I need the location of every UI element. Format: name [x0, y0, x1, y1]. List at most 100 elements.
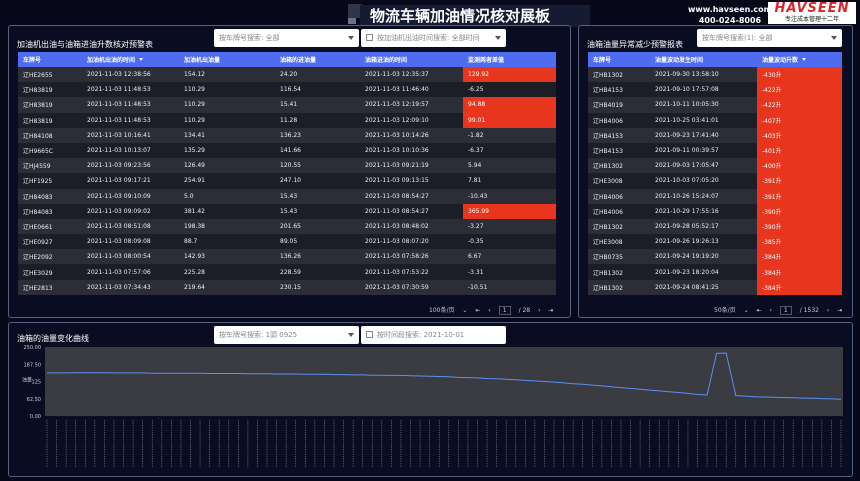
- table-row[interactable]: 辽HB4006 2021-10-26 15:24:07 -391升: [588, 188, 842, 204]
- table-row[interactable]: 辽H9665C 2021-11-03 10:13:07 135.29 141.66 20…: [18, 142, 556, 159]
- table-row[interactable]: 辽HB1302 2021-09-23 18:20:04 -384升: [588, 264, 842, 280]
- table-cell-time: 2021-09-24 19:19:20: [650, 249, 757, 265]
- table-cell-time: 2021-10-26 15:24:07: [650, 188, 757, 204]
- table-row[interactable]: 辽HB4153 2021-09-10 17:57:08 -422升: [588, 82, 842, 98]
- panel-title: 油箱的油量变化曲线: [17, 334, 89, 343]
- page-size-select[interactable]: 50条/页: [714, 307, 736, 314]
- time-filter-select[interactable]: 按加油机出油时间搜索: 全部时间: [361, 29, 506, 47]
- plate-filter-text: 按车牌号搜索: 1頭 0925: [219, 331, 298, 339]
- total-pages: / 28: [518, 307, 531, 314]
- table-row[interactable]: 辽HB4153 2021-09-11 00:39:57 -401升: [588, 142, 842, 159]
- total-pages: / 1532: [799, 307, 819, 314]
- table-row[interactable]: 辽HB1302 2021-09-24 08:41:25 -384升: [588, 279, 842, 295]
- table-cell-tank-time: 2021-11-03 09:21:19: [360, 158, 463, 174]
- table-row[interactable]: 辽HE3029 2021-11-03 07:57:06 225.28 228.59 20…: [18, 264, 556, 280]
- table-row[interactable]: 辽HB1302 2021-09-28 05:52:17 -390升: [588, 218, 842, 235]
- table-cell-tank-qty: 230.15: [275, 279, 360, 295]
- column-header[interactable]: 加油机出油的时间: [82, 52, 179, 67]
- pump-table-wrap: 车牌号 加油机出油的时间 加油机出油量 油箱的进油量 油箱进油的时间 监测两者差…: [18, 52, 556, 300]
- table-cell-tank-qty: 89.05: [275, 234, 360, 250]
- chevron-down-icon[interactable]: ⌄: [462, 307, 467, 314]
- table-row[interactable]: 辽HE2092 2021-11-03 08:00:54 142.93 136.26 20…: [18, 249, 556, 265]
- column-header[interactable]: 加油机出油量: [179, 52, 275, 67]
- table-row[interactable]: 辽HB1302 2021-09-03 17:05:47 -400升: [588, 158, 842, 174]
- plate-filter-select[interactable]: 按车牌号搜索: 1頭 0925: [214, 326, 359, 344]
- chevron-down-icon[interactable]: ⌄: [744, 307, 749, 314]
- column-header[interactable]: 油箱的进油量: [275, 52, 360, 67]
- last-page-icon[interactable]: ⇥: [548, 307, 553, 314]
- table-row[interactable]: 辽H84083 2021-11-03 09:10:09 5.0 15.43 2021-1…: [18, 188, 556, 204]
- table-cell-pump-time: 2021-11-03 11:48:53: [82, 97, 179, 113]
- table-row[interactable]: 辽HF1925 2021-11-03 09:17:21 254.91 247.10 20…: [18, 173, 556, 189]
- table-cell-diff: -0.35: [463, 234, 556, 250]
- column-header[interactable]: 油量波动发生时间: [650, 52, 757, 67]
- table-header-row: 车牌号 加油机出油的时间 加油机出油量 油箱的进油量 油箱进油的时间 监测两者差…: [18, 52, 556, 67]
- prev-page-icon[interactable]: ‹: [770, 307, 772, 314]
- next-page-icon[interactable]: ›: [538, 307, 540, 314]
- time-filter-text: 按时间段搜索: 2021-10-01: [377, 331, 465, 339]
- table-cell-tank-qty: 141.66: [275, 142, 360, 159]
- table-cell-time: 2021-10-29 17:55:16: [650, 203, 757, 219]
- column-header[interactable]: 车牌号: [18, 52, 82, 67]
- plate-filter-select[interactable]: 按车牌号搜索: 全部: [214, 29, 359, 47]
- table-row[interactable]: 辽HB4006 2021-10-25 03:41:01 -407升: [588, 112, 842, 128]
- table-cell-time: 2021-09-30 13:58:10: [650, 67, 757, 83]
- table-row[interactable]: 辽HE3008 2021-10-03 07:05:20 -391升: [588, 173, 842, 189]
- table-row[interactable]: 辽H83819 2021-11-03 11:48:53 110.29 116.54 20…: [18, 82, 556, 98]
- table-cell-pump-time: 2021-11-03 07:34:43: [82, 279, 179, 295]
- time-filter-select[interactable]: 按时间段搜索: 2021-10-01: [361, 326, 506, 344]
- column-header[interactable]: 监测两者差值: [463, 52, 556, 67]
- table-cell-diff: 365.99: [463, 203, 556, 219]
- table-row[interactable]: 辽HE2813 2021-11-03 07:34:43 219.64 230.15 20…: [18, 279, 556, 295]
- table-row[interactable]: 辽HE2655 2021-11-03 12:38:56 154.12 24.20 202…: [18, 67, 556, 83]
- table-row[interactable]: 辽HB0735 2021-09-24 19:19:20 -384升: [588, 249, 842, 265]
- panel-title: 加油机出油与油箱进油升数核对预警表: [17, 40, 153, 49]
- table-row[interactable]: 辽HB4019 2021-10-11 10:05:30 -422升: [588, 97, 842, 113]
- page-size-select[interactable]: 100条/页: [429, 307, 454, 314]
- sort-icon[interactable]: [802, 58, 807, 61]
- plate-filter-select[interactable]: 按车牌号搜索(1): 全部: [697, 29, 842, 47]
- table-cell-plate: 辽H83819: [18, 97, 82, 113]
- table-row[interactable]: 辽HB4153 2021-09-23 17:41:40 -403升: [588, 127, 842, 143]
- table-row[interactable]: 辽H83819 2021-11-03 11:48:53 110.29 11.28 202…: [18, 112, 556, 128]
- column-header[interactable]: 车牌号: [588, 52, 650, 67]
- next-page-icon[interactable]: ›: [827, 307, 829, 314]
- table-cell-plate: 辽HB1302: [588, 158, 650, 174]
- table-cell-tank-time: 2021-11-03 12:09:10: [360, 112, 463, 128]
- column-header[interactable]: 油量波动升数: [757, 52, 842, 67]
- table-row[interactable]: 辽HE3008 2021-09-26 19:26:13 -385升: [588, 234, 842, 250]
- table-cell-amount: -407升: [757, 112, 842, 128]
- first-page-icon[interactable]: ⇤: [475, 307, 480, 314]
- table-cell-tank-time: 2021-11-03 10:10:36: [360, 142, 463, 159]
- page-input[interactable]: 1: [779, 306, 792, 315]
- column-header[interactable]: 油箱进油的时间: [360, 52, 463, 67]
- table-cell-diff: -6.37: [463, 142, 556, 159]
- table-cell-tank-qty: 120.55: [275, 158, 360, 174]
- page-input[interactable]: 1: [498, 306, 511, 315]
- table-cell-tank-time: 2021-11-03 07:58:26: [360, 249, 463, 265]
- plate-filter-text: 按车牌号搜索(1): 全部: [702, 34, 773, 42]
- table-row[interactable]: 辽HB4006 2021-10-29 17:55:16 -390升: [588, 203, 842, 219]
- table-cell-tank-qty: 15.43: [275, 188, 360, 204]
- sort-icon[interactable]: [139, 58, 144, 61]
- first-page-icon[interactable]: ⇤: [757, 307, 762, 314]
- table-cell-amount: -384升: [757, 279, 842, 295]
- table-cell-plate: 辽HE3008: [588, 234, 650, 250]
- table-cell-pump-qty: 110.29: [179, 82, 275, 98]
- chart-plot-area: [45, 347, 843, 416]
- table-row[interactable]: 辽HB1302 2021-09-30 13:58:10 -430升: [588, 67, 842, 83]
- table-cell-pump-time: 2021-11-03 08:09:08: [82, 234, 179, 250]
- table-row[interactable]: 辽H84108 2021-11-03 10:16:41 134.41 136.23 20…: [18, 127, 556, 143]
- panel-title: 油箱油量异常减少预警报表: [587, 40, 683, 49]
- prev-page-icon[interactable]: ‹: [488, 307, 490, 314]
- table-cell-plate: 辽HE0927: [18, 234, 82, 250]
- table-row[interactable]: 辽H84083 2021-11-03 09:09:02 381.42 15.43 202…: [18, 203, 556, 219]
- table-cell-time: 2021-09-26 19:26:13: [650, 234, 757, 250]
- table-row[interactable]: 辽HJ4559 2021-11-03 09:23:56 126.49 120.55 20…: [18, 158, 556, 174]
- last-page-icon[interactable]: ⇥: [837, 307, 842, 314]
- table-row[interactable]: 辽H83819 2021-11-03 11:48:53 110.29 15.41 202…: [18, 97, 556, 113]
- table-row[interactable]: 辽HE0661 2021-11-03 08:51:08 198.38 201.65 20…: [18, 218, 556, 235]
- table-row[interactable]: 辽HE0927 2021-11-03 08:09:08 88.7 89.05 2021-…: [18, 234, 556, 250]
- table-cell-tank-qty: 228.59: [275, 264, 360, 280]
- table-cell-plate: 辽HE2813: [18, 279, 82, 295]
